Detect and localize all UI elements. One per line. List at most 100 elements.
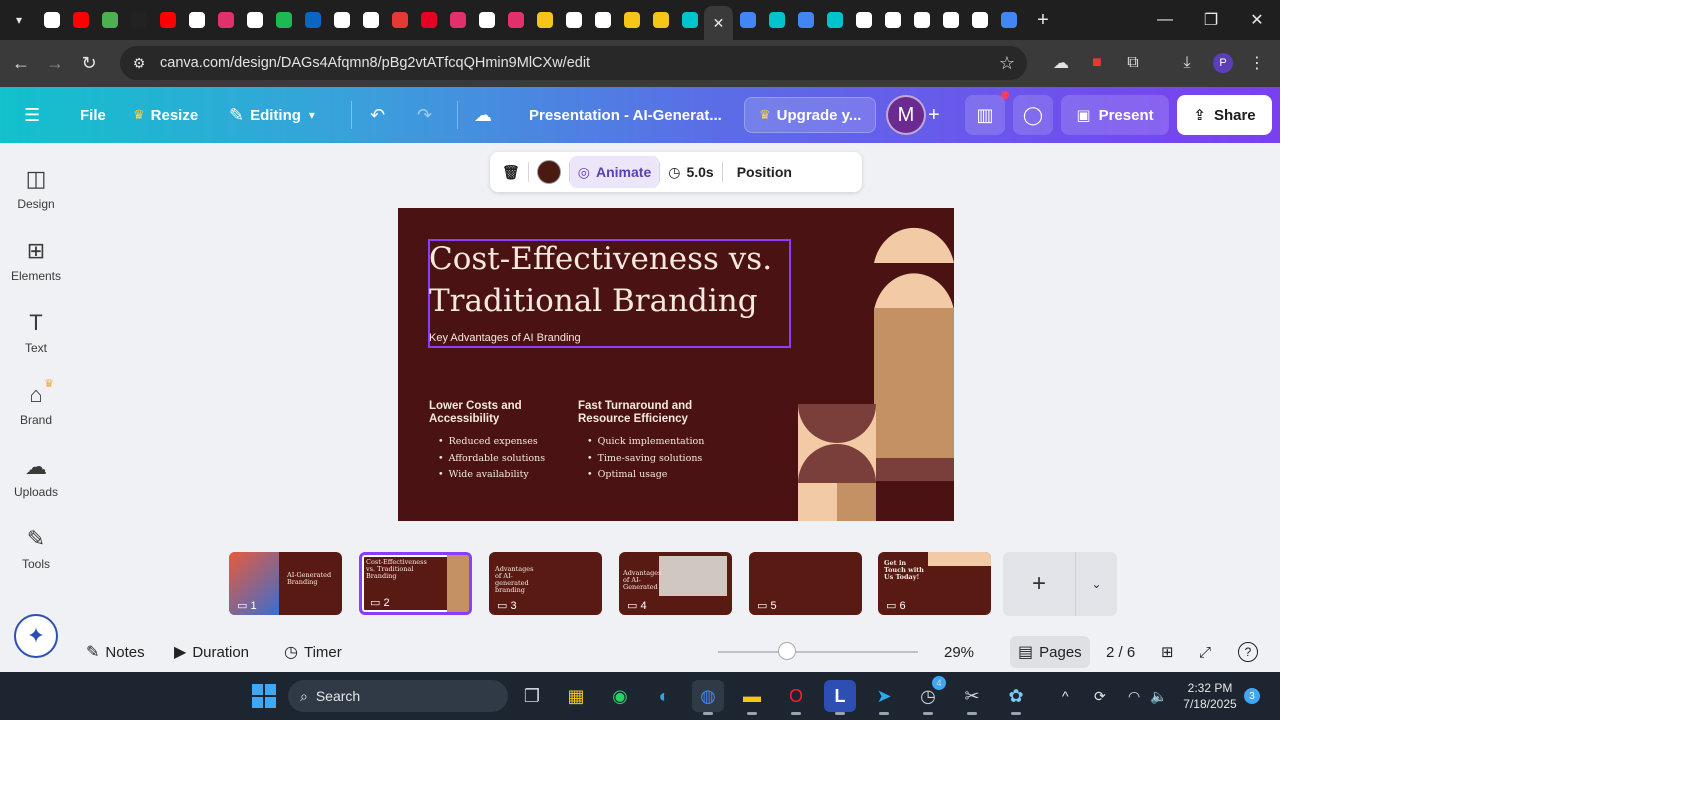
start-button[interactable] bbox=[252, 684, 276, 708]
tab-favicon[interactable] bbox=[356, 4, 385, 36]
task-view-icon[interactable]: ❐ bbox=[516, 680, 548, 712]
tab-favicon[interactable] bbox=[936, 4, 965, 36]
sidebar-item-text[interactable]: T Text bbox=[0, 309, 72, 369]
site-settings-icon[interactable]: ⚙ bbox=[124, 55, 154, 72]
magic-assistant-button[interactable]: ✦ bbox=[14, 614, 58, 658]
restore-button[interactable]: ❐ bbox=[1188, 0, 1234, 40]
notes-button[interactable]: ✎ Notes bbox=[86, 633, 145, 671]
help-button[interactable]: ? bbox=[1238, 642, 1258, 662]
tab-favicon[interactable] bbox=[182, 4, 211, 36]
position-button[interactable]: Position bbox=[723, 156, 800, 188]
tab-favicon[interactable] bbox=[66, 4, 95, 36]
color-button[interactable] bbox=[529, 156, 569, 188]
comments-icon[interactable]: ◯ bbox=[1013, 95, 1053, 135]
sidebar-item-uploads[interactable]: ☁ Uploads bbox=[0, 453, 72, 513]
page-thumb-1[interactable]: AI-Generated Branding ▭ 1 bbox=[229, 552, 342, 615]
insights-chart-icon[interactable]: ▥ bbox=[965, 95, 1005, 135]
add-collaborator-icon[interactable]: + bbox=[928, 104, 940, 126]
tab-favicon[interactable] bbox=[443, 4, 472, 36]
tab-favicon[interactable] bbox=[269, 4, 298, 36]
fullscreen-icon[interactable]: ⤢ bbox=[1199, 633, 1211, 671]
new-tab-button[interactable]: + bbox=[1029, 6, 1057, 34]
timer-button[interactable]: ◷ Timer bbox=[284, 633, 342, 671]
column1-heading[interactable]: Lower Costs and Accessibility bbox=[429, 400, 539, 426]
editing-mode-button[interactable]: ✎ Editing ▾ bbox=[229, 97, 321, 133]
tab-favicon[interactable] bbox=[878, 4, 907, 36]
tab-favicon[interactable] bbox=[37, 4, 66, 36]
tab-favicon[interactable] bbox=[762, 4, 791, 36]
tab-favicon[interactable] bbox=[95, 4, 124, 36]
tab-favicon[interactable] bbox=[675, 4, 704, 36]
downloads-icon[interactable]: ⤓ bbox=[1170, 46, 1204, 80]
zoom-value[interactable]: 29% bbox=[944, 633, 974, 671]
tab-favicon[interactable] bbox=[211, 4, 240, 36]
tab-favicon[interactable] bbox=[559, 4, 588, 36]
paint-icon[interactable]: ✿ bbox=[1000, 680, 1032, 715]
page-thumb-6[interactable]: Get in Touch with Us Today! ▭ 6 bbox=[878, 552, 991, 615]
tab-favicon[interactable] bbox=[385, 4, 414, 36]
tab-favicon[interactable] bbox=[907, 4, 936, 36]
opera-icon[interactable]: O bbox=[780, 680, 812, 715]
tab-favicon[interactable] bbox=[965, 4, 994, 36]
page-thumb-5[interactable]: ▭ 5 bbox=[749, 552, 862, 615]
share-button[interactable]: ⇪ Share bbox=[1177, 95, 1272, 135]
tab-favicon[interactable] bbox=[124, 4, 153, 36]
present-button[interactable]: ▣ Present bbox=[1061, 95, 1169, 135]
tab-favicon[interactable] bbox=[733, 4, 762, 36]
tab-search-dropdown[interactable]: ▾ bbox=[7, 8, 31, 32]
taskbar-search[interactable]: ⌕ Search bbox=[288, 680, 508, 712]
extension-red-icon[interactable]: ■ bbox=[1080, 46, 1114, 80]
tab-favicon[interactable] bbox=[501, 4, 530, 36]
snipping-tool-icon[interactable]: ✂ bbox=[956, 680, 988, 715]
sidebar-item-design[interactable]: ◫ Design bbox=[0, 165, 72, 225]
file-menu-button[interactable]: File bbox=[80, 97, 106, 133]
l-app-icon[interactable]: L bbox=[824, 680, 856, 715]
taskbar-clock[interactable]: 2:32 PM 7/18/2025 bbox=[1180, 680, 1240, 712]
tab-favicon[interactable] bbox=[588, 4, 617, 36]
page-thumb-3[interactable]: Advantages of AI-generated branding ▭ 3 bbox=[489, 552, 602, 615]
notification-badge[interactable]: 3 bbox=[1244, 688, 1260, 704]
page-thumb-4[interactable]: Advantages of AI-Generated ▭ 4 bbox=[619, 552, 732, 615]
tab-favicon[interactable] bbox=[791, 4, 820, 36]
tab-favicon[interactable] bbox=[646, 4, 675, 36]
address-bar[interactable]: ⚙ canva.com/design/DAGs4Afqmn8/pBg2vtATf… bbox=[120, 46, 1027, 80]
tab-favicon[interactable] bbox=[530, 4, 559, 36]
user-avatar[interactable]: M bbox=[886, 95, 926, 135]
animate-button[interactable]: ◎ Animate bbox=[569, 156, 660, 188]
back-button[interactable]: ← bbox=[4, 47, 38, 81]
grid-view-icon[interactable]: ⊞ bbox=[1161, 633, 1174, 671]
delete-button[interactable]: 🗑 bbox=[494, 156, 528, 188]
column2-list[interactable]: Quick implementation Time-saving solutio… bbox=[587, 434, 705, 484]
close-tab-icon[interactable]: ✕ bbox=[713, 15, 725, 32]
wifi-icon[interactable]: ◠ bbox=[1128, 672, 1140, 720]
file-explorer-icon[interactable]: ▬ bbox=[736, 680, 768, 715]
clock-app-icon[interactable]: ◷ 4 bbox=[912, 676, 946, 715]
whatsapp-icon[interactable]: ◉ bbox=[604, 680, 636, 712]
zoom-slider-knob[interactable] bbox=[778, 642, 796, 660]
url-text[interactable]: canva.com/design/DAGs4Afqmn8/pBg2vtATfcq… bbox=[160, 55, 590, 71]
reload-button[interactable]: ↻ bbox=[72, 47, 106, 81]
tab-favicon[interactable] bbox=[820, 4, 849, 36]
resize-button[interactable]: ♛ Resize bbox=[133, 97, 198, 133]
close-window-button[interactable]: ✕ bbox=[1234, 0, 1280, 40]
tab-favicon[interactable] bbox=[240, 4, 269, 36]
zoom-slider-track[interactable] bbox=[718, 651, 918, 653]
main-menu-icon[interactable]: ☰ bbox=[24, 97, 46, 133]
tab-favicon[interactable] bbox=[327, 4, 356, 36]
add-page-dropdown[interactable]: ⌄ bbox=[1075, 552, 1117, 616]
tray-overflow-icon[interactable]: ^ bbox=[1062, 672, 1069, 720]
forward-button[interactable]: → bbox=[38, 47, 72, 81]
volume-icon[interactable]: 🔈 bbox=[1150, 672, 1167, 720]
timing-button[interactable]: ◷ 5.0s bbox=[660, 156, 721, 188]
document-title[interactable]: Presentation - AI-Generat... bbox=[529, 97, 722, 133]
edge-icon[interactable]: ◐ bbox=[648, 680, 680, 712]
page-thumb-2[interactable]: Cost-Effectiveness vs. Traditional Brand… bbox=[359, 552, 472, 615]
redo-button[interactable]: ↷ bbox=[417, 97, 438, 133]
sidebar-item-brand[interactable]: ⌂ ♛ Brand bbox=[0, 378, 72, 441]
sidebar-item-elements[interactable]: ⊞ Elements bbox=[0, 237, 72, 297]
slide-subtitle[interactable]: Key Advantages of AI Branding bbox=[429, 332, 581, 344]
store-icon[interactable]: ▦ bbox=[560, 680, 592, 712]
tab-favicon[interactable] bbox=[414, 4, 443, 36]
bookmark-star-icon[interactable]: ☆ bbox=[999, 53, 1015, 74]
tab-favicon[interactable] bbox=[994, 4, 1023, 36]
